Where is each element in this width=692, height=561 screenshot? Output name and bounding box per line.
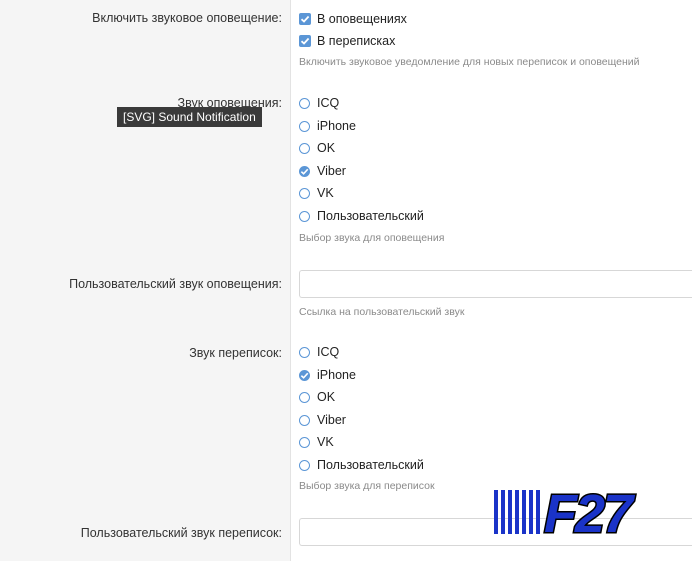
radio-unchecked-icon [299, 187, 310, 199]
sound-enable-hint: Включить звуковое уведомление для новых … [299, 56, 640, 68]
checkbox-label: В переписках [317, 34, 396, 48]
radio-notification-icq[interactable]: ICQ [299, 94, 339, 112]
conversation-sound-label: Звук переписок: [189, 346, 282, 360]
checkbox-in-notifications[interactable]: В оповещениях [299, 10, 407, 28]
sound-notification-tooltip: [SVG] Sound Notification [117, 107, 262, 127]
radio-label: Viber [317, 164, 346, 178]
radio-label: OK [317, 390, 336, 404]
radio-notification-vk[interactable]: VK [299, 184, 334, 202]
custom-notification-sound-label: Пользовательский звук оповещения: [69, 277, 282, 291]
radio-label: ICQ [317, 345, 340, 359]
radio-unchecked-icon [299, 436, 310, 448]
custom-conversation-sound-label: Пользовательский звук переписок: [80, 526, 282, 540]
radio-label: Viber [317, 413, 346, 427]
custom-notification-sound-input[interactable] [299, 270, 692, 298]
radio-notification-custom[interactable]: Пользовательский [299, 207, 424, 225]
radio-conversation-iphone[interactable]: iPhone [299, 366, 356, 384]
radio-conversation-vk[interactable]: VK [299, 433, 334, 451]
f27-logo: F27 [494, 484, 640, 540]
checkbox-in-conversations[interactable]: В переписках [299, 32, 395, 50]
radio-conversation-ok[interactable]: OK [299, 388, 335, 406]
radio-unchecked-icon [299, 459, 310, 471]
radio-unchecked-icon [299, 391, 310, 403]
radio-label: Пользовательский [317, 458, 424, 472]
radio-notification-viber[interactable]: Viber [299, 162, 346, 180]
radio-notification-ok[interactable]: OK [299, 139, 335, 157]
radio-unchecked-icon [299, 142, 310, 154]
notification-sound-hint: Выбор звука для оповещения [299, 232, 445, 244]
checkbox-checked-icon [299, 13, 311, 25]
radio-label: ICQ [317, 96, 340, 110]
radio-checked-icon [299, 165, 310, 177]
radio-unchecked-icon [299, 210, 310, 222]
radio-unchecked-icon [299, 346, 310, 358]
custom-notification-sound-hint: Ссылка на пользовательский звук [299, 306, 465, 318]
radio-label: OK [317, 141, 336, 155]
radio-notification-iphone[interactable]: iPhone [299, 117, 356, 135]
radio-conversation-icq[interactable]: ICQ [299, 343, 339, 361]
radio-unchecked-icon [299, 97, 310, 109]
radio-label: iPhone [317, 119, 356, 133]
radio-checked-icon [299, 369, 310, 381]
radio-label: VK [317, 186, 334, 200]
conversation-sound-hint: Выбор звука для переписок [299, 480, 435, 492]
radio-label: VK [317, 435, 334, 449]
sound-enable-label: Включить звуковое оповещение: [92, 11, 282, 25]
radio-conversation-custom[interactable]: Пользовательский [299, 456, 424, 474]
logo-text: F27 [544, 484, 636, 540]
radio-label: iPhone [317, 368, 356, 382]
logo-stripes [494, 490, 540, 534]
radio-unchecked-icon [299, 414, 310, 426]
radio-unchecked-icon [299, 120, 310, 132]
radio-label: Пользовательский [317, 209, 424, 223]
radio-conversation-viber[interactable]: Viber [299, 411, 346, 429]
checkbox-checked-icon [299, 35, 311, 47]
checkbox-label: В оповещениях [317, 12, 407, 26]
